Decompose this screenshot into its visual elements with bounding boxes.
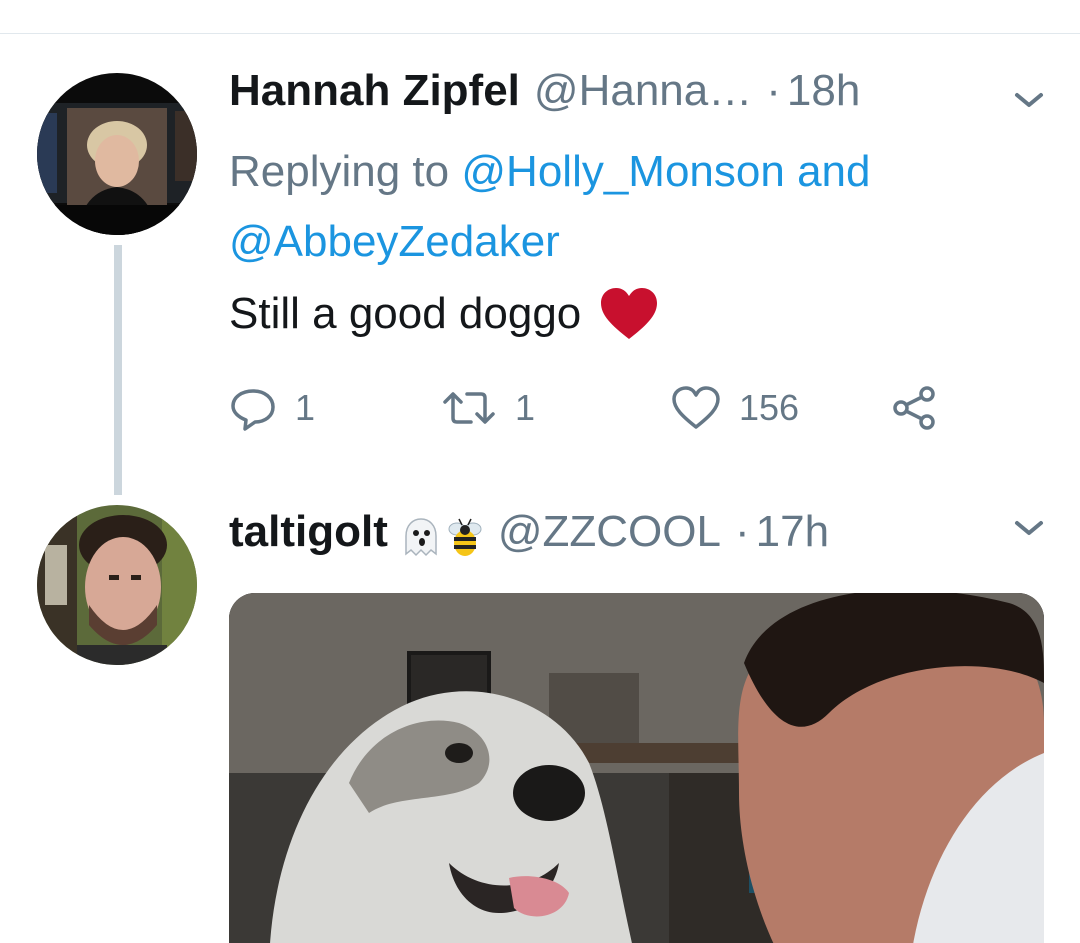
ghost-emoji-icon: [402, 516, 440, 558]
user-handle[interactable]: @ZZCOOL: [498, 507, 721, 557]
reply-button[interactable]: 1: [229, 384, 315, 432]
separator-dot: ·: [766, 66, 781, 115]
tweet-header: taltigolt @ZZCOOL · 17h: [229, 507, 829, 567]
retweet-icon: [443, 392, 495, 424]
bee-emoji-icon: [446, 516, 484, 558]
timestamp[interactable]: 17h: [756, 507, 829, 557]
chevron-down-icon[interactable]: [1012, 518, 1046, 538]
chevron-down-icon[interactable]: [1012, 90, 1046, 110]
thread-line: [114, 245, 122, 495]
separator-dot: ·: [734, 507, 750, 556]
user-handle[interactable]: @Hanna…: [534, 66, 752, 116]
avatar[interactable]: [37, 73, 197, 235]
retweet-count: 1: [515, 387, 536, 428]
reply-icon: [231, 389, 275, 431]
like-button[interactable]: 156: [671, 384, 799, 432]
like-icon: [672, 386, 720, 429]
replying-to-continued: @AbbeyZedaker: [229, 207, 560, 277]
tweet-media-gif[interactable]: [229, 593, 1044, 943]
share-button[interactable]: [889, 384, 939, 432]
avatar[interactable]: [37, 505, 197, 665]
like-count: 156: [739, 387, 800, 428]
display-name[interactable]: Hannah Zipfel: [229, 66, 520, 116]
retweet-button[interactable]: 1: [441, 384, 535, 432]
timestamp[interactable]: 18h: [787, 66, 860, 116]
mention-link[interactable]: @AbbeyZedaker: [229, 217, 560, 266]
replying-prefix: Replying to: [229, 147, 450, 196]
replying-join[interactable]: and: [797, 147, 870, 196]
tweet-text: Still a good doggo: [229, 279, 659, 349]
top-divider: [0, 33, 1080, 34]
replying-to: Replying to @Holly_Monson and: [229, 137, 871, 207]
display-name[interactable]: taltigolt: [229, 507, 388, 557]
red-heart-emoji-icon: [599, 287, 659, 341]
tweet-body: Still a good doggo: [229, 289, 582, 338]
tweet-header: Hannah Zipfel @Hanna… · 18h: [229, 66, 860, 126]
reply-count: 1: [295, 387, 316, 428]
share-icon: [893, 386, 935, 430]
mention-link[interactable]: @Holly_Monson: [461, 147, 784, 196]
